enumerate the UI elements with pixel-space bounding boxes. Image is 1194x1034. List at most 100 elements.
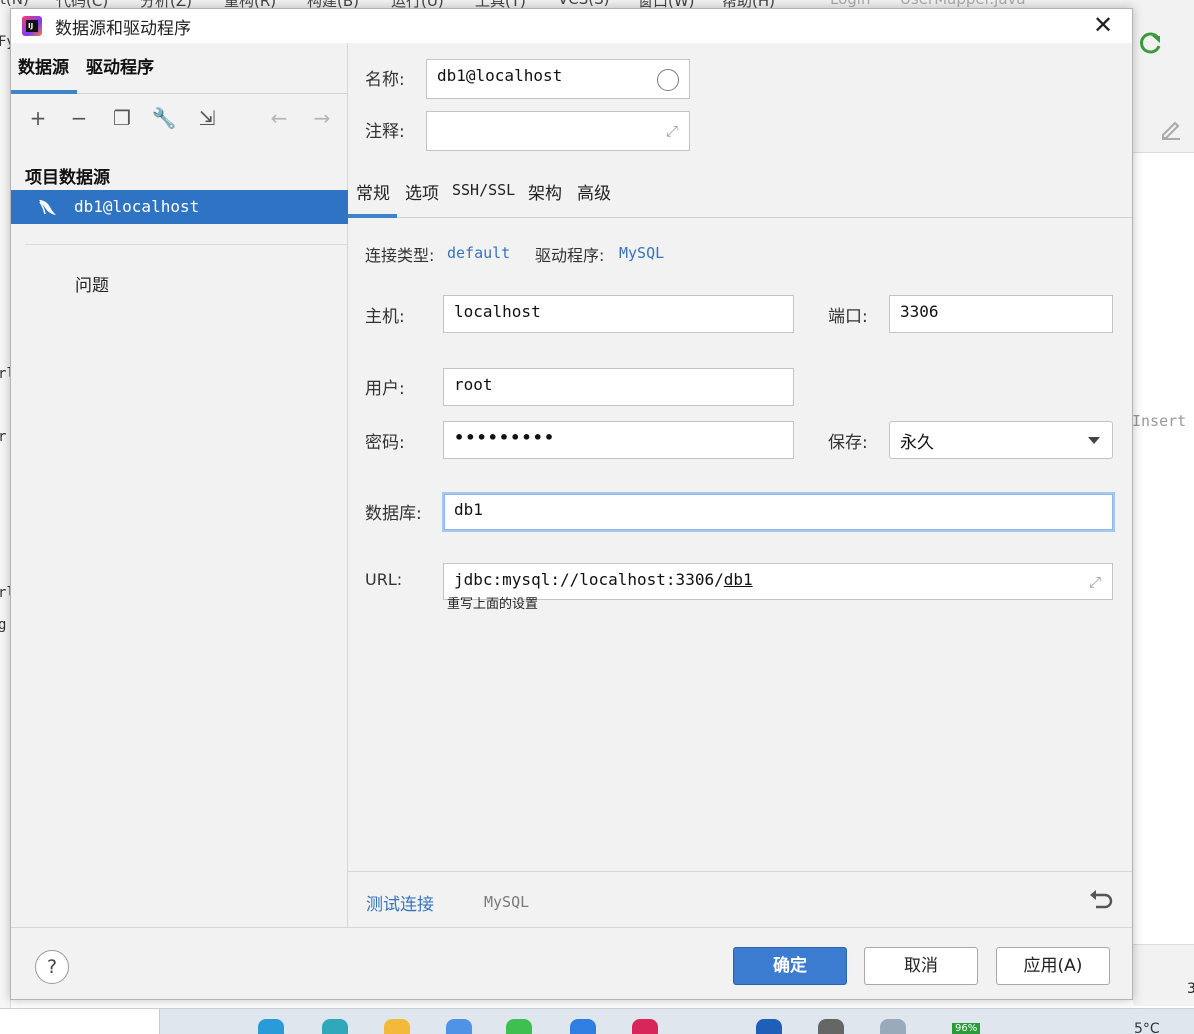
ide-menu-item[interactable]: 构建(B) bbox=[307, 0, 359, 8]
conn-type-link[interactable]: default bbox=[447, 244, 510, 262]
port-field[interactable]: 3306 bbox=[889, 295, 1113, 333]
ide-edit-icon[interactable] bbox=[1160, 118, 1182, 140]
ide-menu-item[interactable]: 运行(U) bbox=[391, 0, 444, 8]
add-icon[interactable]: + bbox=[25, 105, 51, 131]
datasource-label: db1@localhost bbox=[74, 197, 200, 216]
tab-drivers[interactable]: 驱动程序 bbox=[86, 53, 154, 78]
wrench-icon[interactable]: 🔧 bbox=[151, 105, 177, 131]
ide-editor-tab[interactable]: UserMapper.java bbox=[900, 0, 1026, 8]
revert-icon[interactable] bbox=[1086, 886, 1114, 914]
back-arrow-icon[interactable]: ← bbox=[266, 105, 292, 131]
database-label: 数据库: bbox=[365, 504, 422, 524]
sidebar-item-problems[interactable]: 问题 bbox=[75, 271, 109, 296]
driver-link[interactable]: MySQL bbox=[619, 244, 664, 262]
user-label: 用户: bbox=[365, 379, 405, 399]
tab-general[interactable]: 常规 bbox=[356, 179, 390, 204]
intellij-icon[interactable] bbox=[632, 1019, 658, 1034]
host-label: 主机: bbox=[365, 307, 405, 327]
notes-icon[interactable] bbox=[880, 1019, 906, 1034]
ide-menu-item[interactable]: 代码(C) bbox=[56, 0, 108, 8]
tab-data-sources[interactable]: 数据源 bbox=[18, 53, 69, 78]
name-value: db1@localhost bbox=[437, 66, 563, 85]
url-label: URL: bbox=[365, 570, 403, 589]
cancel-button[interactable]: 取消 bbox=[864, 947, 978, 985]
browser-icon[interactable] bbox=[258, 1019, 284, 1034]
name-field[interactable]: db1@localhost bbox=[426, 59, 690, 99]
taskbar-left-area bbox=[0, 1009, 160, 1034]
folder-icon[interactable] bbox=[384, 1019, 410, 1034]
driver-note: MySQL bbox=[484, 893, 530, 911]
url-field[interactable]: jdbc:mysql://localhost:3306/db1 ⤢ bbox=[443, 563, 1113, 600]
database-field[interactable]: db1 bbox=[442, 492, 1115, 532]
send-icon[interactable] bbox=[756, 1019, 782, 1034]
weather-temperature: 5°C bbox=[1134, 1021, 1160, 1034]
ide-menu-item[interactable]: 工具(T) bbox=[475, 0, 526, 8]
save-dropdown[interactable]: 永久 bbox=[889, 421, 1113, 459]
form-footer: 测试连接 MySQL bbox=[348, 871, 1132, 927]
sidebar-item-datasource[interactable]: db1@localhost bbox=[11, 190, 348, 224]
ide-menu-item[interactable]: 重构(R) bbox=[224, 0, 276, 8]
ok-button[interactable]: 确定 bbox=[733, 947, 847, 985]
chevron-down-icon bbox=[1088, 437, 1100, 444]
ide-refresh-icon[interactable] bbox=[1138, 30, 1164, 56]
host-field[interactable]: localhost bbox=[443, 295, 794, 333]
password-label: 密码: bbox=[365, 433, 405, 453]
ide-menu-item[interactable]: t(N) bbox=[0, 0, 29, 8]
database-value: db1 bbox=[454, 500, 483, 519]
settings-icon[interactable] bbox=[818, 1019, 844, 1034]
expand-icon[interactable]: ⤢ bbox=[661, 120, 683, 142]
tab-ssh-ssl[interactable]: SSH/SSL bbox=[452, 181, 515, 199]
copy-icon[interactable]: ❐ bbox=[109, 105, 135, 131]
intellij-logo-icon: IJ bbox=[22, 16, 42, 36]
ide-right-toolbar bbox=[1133, 8, 1194, 1008]
driver-label: 驱动程序: bbox=[535, 246, 605, 265]
forward-arrow-icon[interactable]: → bbox=[309, 105, 335, 131]
user-field[interactable]: root bbox=[443, 368, 794, 406]
sidebar: 数据源 驱动程序 + − ❐ 🔧 ⇲ ← → 项目数据源 db1@localho… bbox=[11, 43, 348, 927]
ide-menu-item[interactable]: 分析(Z) bbox=[140, 0, 192, 8]
conn-type-label: 连接类型: bbox=[365, 246, 435, 265]
ide-editor-tab[interactable]: Login bbox=[830, 0, 870, 8]
ide-status-char: 3 bbox=[1187, 981, 1194, 997]
port-value: 3306 bbox=[900, 302, 939, 321]
comment-field[interactable]: ⤢ bbox=[426, 111, 690, 151]
tab-schemas[interactable]: 架构 bbox=[528, 179, 562, 204]
store-icon[interactable] bbox=[570, 1019, 596, 1034]
ide-menu-item[interactable]: 帮助(H) bbox=[722, 0, 775, 8]
import-icon[interactable]: ⇲ bbox=[194, 105, 220, 131]
save-value: 永久 bbox=[900, 433, 934, 453]
mysql-dolphin-icon bbox=[39, 200, 56, 215]
port-label: 端口: bbox=[828, 307, 868, 327]
dialog-button-bar: ? 确定 取消 应用(A) bbox=[11, 927, 1132, 999]
tab-border bbox=[348, 217, 1132, 218]
url-prefix: jdbc:mysql://localhost:3306/ bbox=[454, 570, 724, 589]
expand-icon[interactable]: ⤢ bbox=[1084, 571, 1106, 593]
app-icon[interactable] bbox=[446, 1019, 472, 1034]
section-header-project-datasources: 项目数据源 bbox=[25, 168, 110, 188]
color-circle-icon[interactable] bbox=[657, 69, 679, 91]
ide-menu-item[interactable]: VCS(S) bbox=[558, 0, 609, 8]
comment-label: 注释: bbox=[365, 122, 405, 142]
ide-menubar: t(N) 代码(C) 分析(Z) 重构(R) 构建(B) 运行(U) 工具(T)… bbox=[0, 0, 1194, 8]
tab-indicator bbox=[348, 214, 397, 218]
override-note: 重写上面的设置 bbox=[447, 597, 539, 612]
ide-menu-item[interactable]: 窗口(W) bbox=[638, 0, 695, 8]
sidebar-tab-indicator bbox=[11, 90, 77, 94]
battery-indicator: 96% bbox=[952, 1023, 981, 1034]
edge-icon[interactable] bbox=[322, 1019, 348, 1034]
wechat-icon[interactable] bbox=[506, 1019, 532, 1034]
remove-icon[interactable]: − bbox=[66, 105, 92, 131]
sidebar-separator bbox=[25, 244, 348, 245]
password-value: ••••••••• bbox=[454, 428, 556, 447]
tab-options[interactable]: 选项 bbox=[405, 179, 439, 204]
apply-button[interactable]: 应用(A) bbox=[996, 947, 1110, 985]
user-value: root bbox=[454, 375, 493, 394]
datasource-form: 名称: db1@localhost 注释: ⤢ 常规 选项 SSH/SSL 架构… bbox=[348, 43, 1132, 927]
password-field[interactable]: ••••••••• bbox=[443, 421, 794, 459]
help-button[interactable]: ? bbox=[35, 950, 69, 984]
datasource-dialog: IJ 数据源和驱动程序 ✕ 数据源 驱动程序 + − ❐ 🔧 ⇲ ← → 项目数… bbox=[10, 8, 1133, 1000]
save-label: 保存: bbox=[828, 433, 868, 453]
tab-advanced[interactable]: 高级 bbox=[577, 179, 611, 204]
test-connection-link[interactable]: 测试连接 bbox=[366, 890, 434, 915]
close-icon[interactable]: ✕ bbox=[1086, 12, 1120, 40]
